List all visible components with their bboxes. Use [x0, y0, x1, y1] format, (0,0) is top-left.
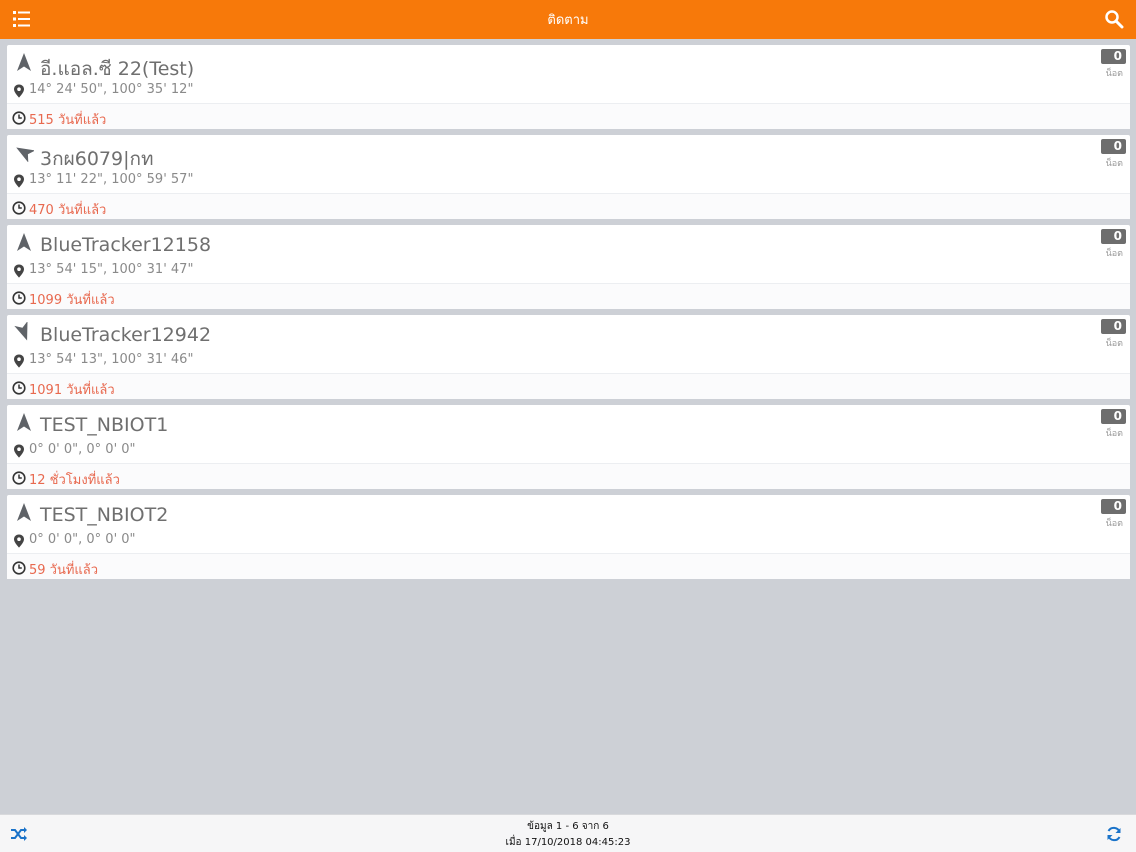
clock-icon [12, 380, 26, 395]
map-pin-icon [13, 83, 25, 98]
last-seen: 470 วันที่แล้ว [29, 203, 107, 218]
map-pin-icon [13, 263, 25, 278]
count-badge: 0 [1101, 49, 1126, 64]
tracker-card-footer: 515 วันที่แล้ว [7, 103, 1130, 129]
count-badge-label: น็อต [1105, 159, 1123, 169]
navigation-arrow-icon [14, 502, 34, 522]
count-badge: 0 [1101, 499, 1126, 514]
top-navigation-bar: ติดตาม [0, 0, 1136, 39]
tracker-card[interactable]: 3กผ6079|กท 13° 11' 22", 100° 59' 57" 0 น… [7, 135, 1130, 219]
tracker-card-header: BlueTracker12158 13° 54' 15", 100° 31' 4… [7, 225, 1130, 283]
page-title: ติดตาม [547, 13, 589, 28]
clock-icon [12, 110, 26, 125]
map-pin-icon [13, 173, 25, 188]
navigation-arrow-icon [14, 412, 34, 432]
navigation-arrow-icon [14, 321, 34, 342]
search-icon[interactable] [1104, 9, 1124, 29]
tracker-card-header: TEST_NBIOT1 0° 0' 0", 0° 0' 0" 0 น็อต [7, 405, 1130, 463]
tracker-name: BlueTracker12158 [40, 234, 212, 256]
tracker-coordinates: 0° 0' 0", 0° 0' 0" [29, 532, 136, 547]
tracker-card[interactable]: BlueTracker12158 13° 54' 15", 100° 31' 4… [7, 225, 1130, 309]
count-badge-label: น็อต [1105, 69, 1123, 79]
tracker-card-footer: 59 วันที่แล้ว [7, 553, 1130, 579]
map-pin-icon [13, 443, 25, 458]
last-seen: 59 วันที่แล้ว [29, 563, 99, 578]
tracker-card[interactable]: TEST_NBIOT2 0° 0' 0", 0° 0' 0" 0 น็อต 59… [7, 495, 1130, 579]
clock-icon [12, 200, 26, 215]
map-pin-icon [13, 533, 25, 548]
tracker-card[interactable]: BlueTracker12942 13° 54' 13", 100° 31' 4… [7, 315, 1130, 399]
clock-icon [12, 470, 26, 485]
tracker-coordinates: 14° 24' 50", 100° 35' 12" [29, 82, 194, 97]
clock-icon [12, 290, 26, 305]
bottom-toolbar: ข้อมูล 1 - 6 จาก 6 เมื่อ 17/10/2018 04:4… [0, 814, 1136, 852]
count-badge: 0 [1101, 139, 1126, 154]
record-info: ข้อมูล 1 - 6 จาก 6 เมื่อ 17/10/2018 04:4… [0, 819, 1136, 851]
last-seen: 515 วันที่แล้ว [29, 113, 107, 128]
last-seen: 12 ชั่วโมงที่แล้ว [29, 473, 120, 488]
tracker-name: 3กผ6079|กท [40, 148, 154, 170]
tracker-name: BlueTracker12942 [40, 324, 212, 346]
tracker-card-header: 3กผ6079|กท 13° 11' 22", 100° 59' 57" 0 น… [7, 135, 1130, 193]
count-badge-label: น็อต [1105, 519, 1123, 529]
tracker-name: TEST_NBIOT2 [40, 504, 169, 526]
count-badge: 0 [1101, 319, 1126, 334]
count-badge-label: น็อต [1105, 339, 1123, 349]
last-seen: 1099 วันที่แล้ว [29, 293, 115, 308]
tracker-list: อี.แอล.ซี 22(Test) 14° 24' 50", 100° 35'… [7, 45, 1130, 585]
map-pin-icon [13, 353, 25, 368]
tracker-coordinates: 13° 54' 13", 100° 31' 46" [29, 352, 194, 367]
last-updated: เมื่อ 17/10/2018 04:45:23 [505, 837, 631, 848]
tracker-coordinates: 13° 11' 22", 100° 59' 57" [29, 172, 194, 187]
tracker-name: TEST_NBIOT1 [40, 414, 169, 436]
navigation-arrow-icon [14, 232, 34, 252]
tracker-card-footer: 1091 วันที่แล้ว [7, 373, 1130, 399]
tracker-card-header: อี.แอล.ซี 22(Test) 14° 24' 50", 100° 35'… [7, 45, 1130, 103]
navigation-arrow-icon [14, 52, 34, 72]
tracker-coordinates: 0° 0' 0", 0° 0' 0" [29, 442, 136, 457]
clock-icon [12, 560, 26, 575]
last-seen: 1091 วันที่แล้ว [29, 383, 115, 398]
navigation-arrow-icon [14, 142, 36, 163]
count-badge: 0 [1101, 229, 1126, 244]
count-badge-label: น็อต [1105, 429, 1123, 439]
tracker-name: อี.แอล.ซี 22(Test) [40, 58, 195, 80]
tracker-card[interactable]: TEST_NBIOT1 0° 0' 0", 0° 0' 0" 0 น็อต 12… [7, 405, 1130, 489]
tracker-card-footer: 1099 วันที่แล้ว [7, 283, 1130, 309]
tracker-card-header: BlueTracker12942 13° 54' 13", 100° 31' 4… [7, 315, 1130, 373]
count-badge: 0 [1101, 409, 1126, 424]
refresh-icon[interactable] [1106, 826, 1122, 842]
tracker-card-footer: 12 ชั่วโมงที่แล้ว [7, 463, 1130, 489]
tracker-card-header: TEST_NBIOT2 0° 0' 0", 0° 0' 0" 0 น็อต [7, 495, 1130, 553]
record-count: ข้อมูล 1 - 6 จาก 6 [527, 821, 609, 832]
tracker-card[interactable]: อี.แอล.ซี 22(Test) 14° 24' 50", 100° 35'… [7, 45, 1130, 129]
count-badge-label: น็อต [1105, 249, 1123, 259]
tracker-card-footer: 470 วันที่แล้ว [7, 193, 1130, 219]
tracker-coordinates: 13° 54' 15", 100° 31' 47" [29, 262, 194, 277]
